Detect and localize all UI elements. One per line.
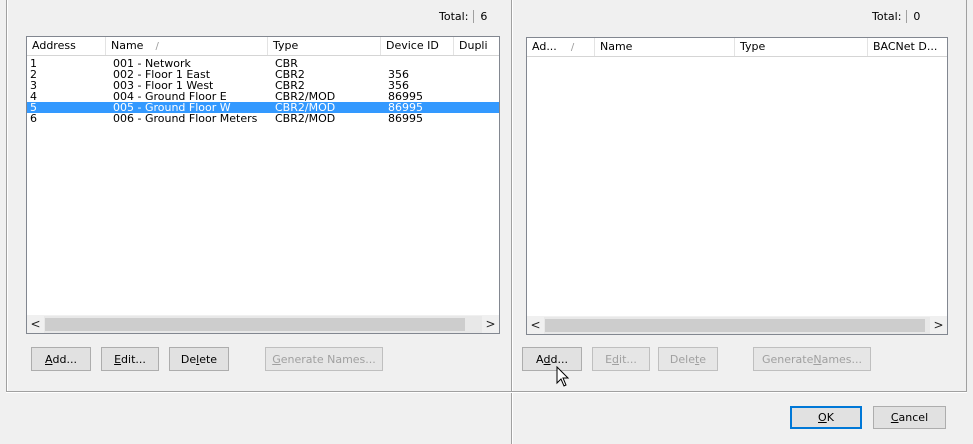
add-device-button[interactable]: Add... — [31, 347, 91, 371]
col-header-type[interactable]: Type — [735, 38, 868, 56]
scroll-thumb[interactable] — [545, 319, 925, 332]
right-item-list[interactable]: Ad... / Name Type BACNet D... < > — [526, 37, 948, 335]
col-header-address[interactable]: Address — [27, 37, 106, 55]
cell-device-id: 86995 — [388, 113, 423, 124]
left-horizontal-scrollbar[interactable]: < > — [27, 315, 499, 333]
frame-bottom-edge-highlight — [6, 392, 967, 393]
sort-indicator-icon: / — [570, 42, 575, 53]
ok-button[interactable]: OK — [790, 406, 862, 429]
table-row[interactable]: 1 001 - Network CBR — [27, 58, 499, 69]
cell-address: 4 — [30, 91, 37, 102]
col-header-name[interactable]: Name / — [106, 37, 268, 55]
right-list-header: Ad... / Name Type BACNet D... — [527, 38, 947, 57]
table-row[interactable]: 2 002 - Floor 1 East CBR2 356 — [27, 69, 499, 80]
table-row[interactable]: 4 004 - Ground Floor E CBR2/MOD 86995 — [27, 91, 499, 102]
cell-device-id: 356 — [388, 69, 409, 80]
cell-address: 3 — [30, 80, 37, 91]
sort-indicator-icon: / — [155, 41, 159, 52]
chevron-right-icon[interactable]: > — [482, 316, 499, 333]
cell-address: 5 — [30, 102, 37, 113]
col-header-type[interactable]: Type — [268, 37, 381, 55]
frame-left-edge-highlight — [7, 0, 8, 392]
panel-divider-highlight — [512, 0, 513, 444]
cancel-button[interactable]: Cancel — [873, 406, 946, 429]
cell-name: 002 - Floor 1 East — [113, 69, 211, 80]
cell-type: CBR2 — [275, 69, 305, 80]
cell-type: CBR2/MOD — [275, 113, 336, 124]
chevron-left-icon[interactable]: < — [527, 317, 544, 334]
col-header-device-id[interactable]: Device ID — [381, 37, 454, 55]
right-total-label: Total: — [872, 10, 902, 23]
scroll-thumb[interactable] — [45, 318, 465, 331]
left-total-value: 6 — [480, 10, 488, 23]
cell-name: 001 - Network — [113, 58, 191, 69]
left-list-header: Address Name / Type Device ID Dupli — [27, 37, 499, 56]
generate-names-button[interactable]: Generate Names... — [265, 347, 383, 371]
left-device-list[interactable]: Address Name / Type Device ID Dupli 1 001 … — [26, 36, 500, 334]
cell-type: CBR2/MOD — [275, 91, 336, 102]
right-total: Total: 0 — [872, 10, 920, 23]
col-header-bacnet-device[interactable]: BACNet D... — [868, 38, 947, 56]
table-row[interactable]: 3 003 - Floor 1 West CBR2 356 — [27, 80, 499, 91]
cell-address: 1 — [30, 58, 37, 69]
cell-device-id: 86995 — [388, 102, 423, 113]
col-header-name[interactable]: Name — [595, 38, 735, 56]
left-total-label: Total: — [439, 10, 469, 23]
right-horizontal-scrollbar[interactable]: < > — [527, 316, 947, 334]
mouse-pointer-icon — [556, 366, 570, 387]
edit-item-button[interactable]: Ed it... — [592, 347, 650, 371]
cell-type: CBR2 — [275, 80, 305, 91]
left-total: Total: 6 — [439, 10, 487, 23]
cell-name: 003 - Floor 1 West — [113, 80, 214, 91]
cell-type: CBR — [275, 58, 298, 69]
add-item-button[interactable]: Ad d... — [522, 347, 582, 371]
cell-name: 005 - Ground Floor W — [113, 102, 231, 113]
chevron-right-icon[interactable]: > — [930, 317, 947, 334]
cell-type: CBR2/MOD — [275, 102, 336, 113]
delete-device-button[interactable]: De l ete — [169, 347, 229, 371]
chevron-left-icon[interactable]: < — [27, 316, 44, 333]
cell-address: 2 — [30, 69, 37, 80]
generate-names-button-right[interactable]: Generate Names... — [753, 347, 871, 371]
delete-item-button[interactable]: Dele t e — [658, 347, 718, 371]
cell-device-id: 356 — [388, 80, 409, 91]
cell-name: 004 - Ground Floor E — [113, 91, 227, 102]
right-total-value: 0 — [913, 10, 921, 23]
edit-device-button[interactable]: Edit... — [101, 347, 159, 371]
table-row[interactable]: 5 005 - Ground Floor W CBR2/MOD 86995 — [27, 102, 499, 113]
col-header-duplicate[interactable]: Dupli — [454, 37, 499, 55]
cell-device-id: 86995 — [388, 91, 423, 102]
frame-right-edge — [966, 0, 967, 392]
cell-address: 6 — [30, 113, 37, 124]
table-row[interactable]: 6 006 - Ground Floor Meters CBR2/MOD 86995 — [27, 113, 499, 124]
col-header-address[interactable]: Ad... / — [527, 38, 595, 56]
cell-name: 006 - Ground Floor Meters — [113, 113, 258, 124]
